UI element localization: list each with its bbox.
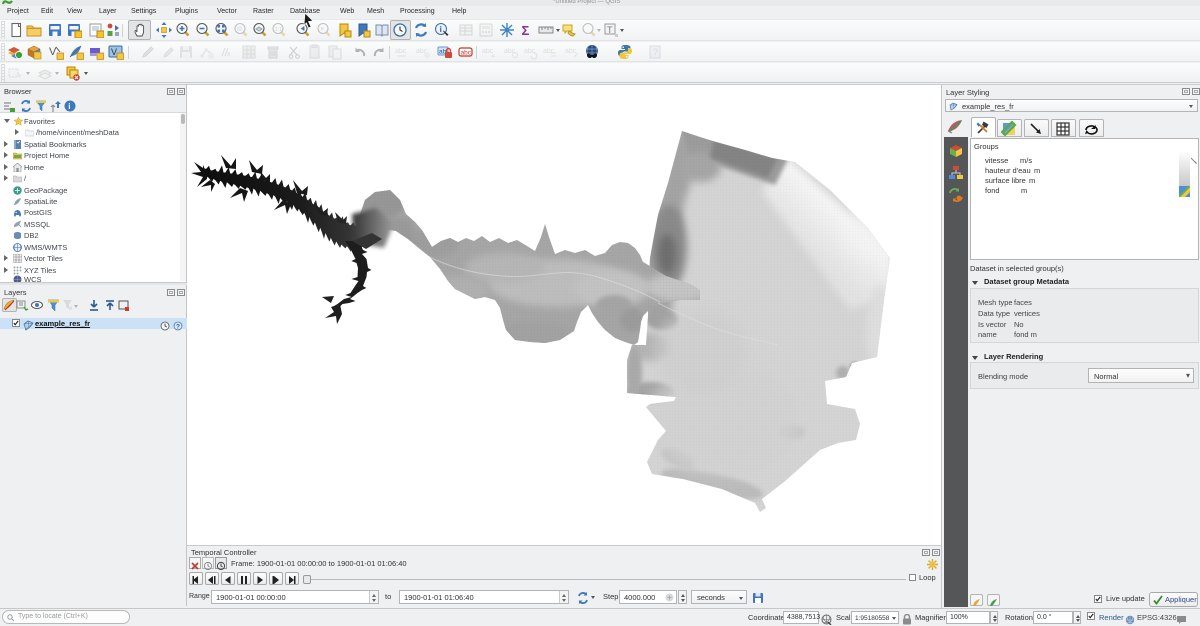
svg-text:abc: abc bbox=[504, 48, 516, 55]
svg-text:x: x bbox=[227, 51, 231, 58]
svg-text:i: i bbox=[440, 25, 442, 34]
svg-text:abc: abc bbox=[543, 48, 555, 55]
svg-text:T: T bbox=[607, 25, 613, 35]
svg-text:Σ: Σ bbox=[522, 23, 530, 38]
svg-text:?: ? bbox=[176, 324, 180, 331]
svg-text:V: V bbox=[111, 47, 117, 57]
svg-text:abc: abc bbox=[482, 48, 494, 55]
svg-text:abc: abc bbox=[395, 48, 407, 55]
svg-text:abc: abc bbox=[461, 50, 472, 57]
svg-text:1:1: 1:1 bbox=[275, 27, 282, 33]
svg-text:?: ? bbox=[653, 47, 658, 57]
svg-text:V: V bbox=[49, 46, 57, 58]
svg-text:abc: abc bbox=[524, 48, 536, 55]
svg-text:e: e bbox=[69, 306, 73, 312]
svg-text:abc: abc bbox=[565, 48, 577, 55]
svg-text:i: i bbox=[68, 102, 70, 111]
